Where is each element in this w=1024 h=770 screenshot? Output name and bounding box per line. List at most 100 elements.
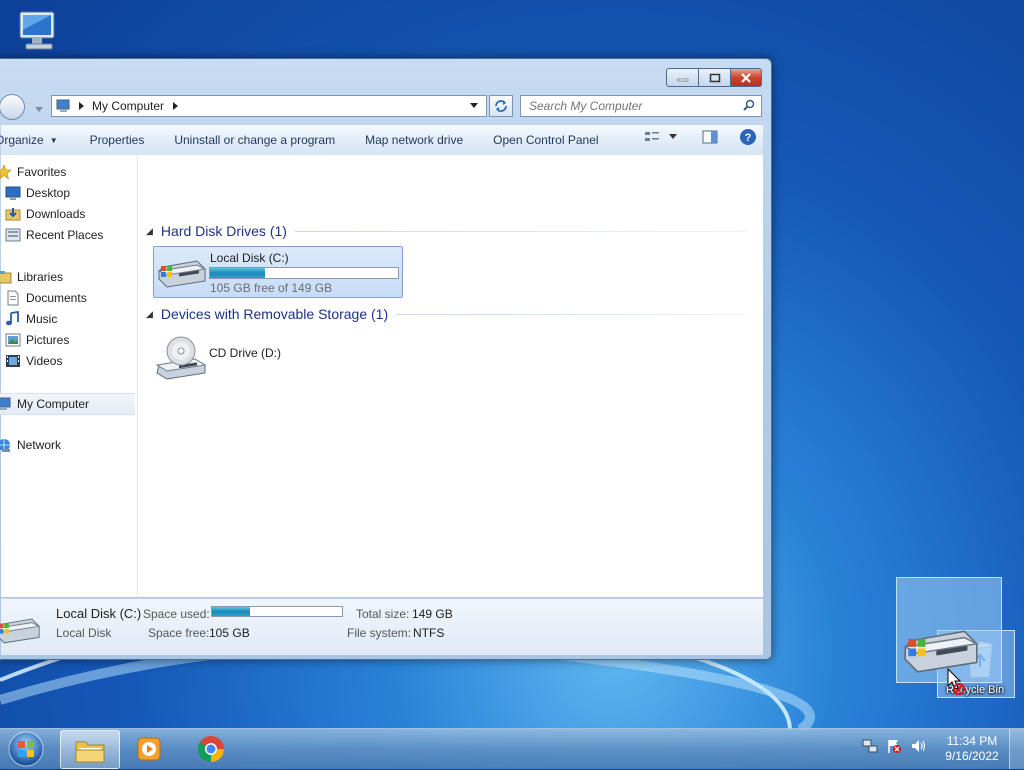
caption-buttons bbox=[666, 68, 762, 87]
refresh-button[interactable] bbox=[489, 95, 513, 117]
file-system-value: NTFS bbox=[413, 626, 445, 640]
help-icon[interactable]: ? bbox=[739, 128, 757, 146]
documents-icon bbox=[7, 290, 19, 306]
taskbar-chrome-button[interactable] bbox=[182, 730, 240, 767]
action-center-flag-icon[interactable] bbox=[886, 738, 902, 754]
clock-time: 11:34 PM bbox=[946, 734, 998, 748]
open-control-panel-button[interactable]: Open Control Panel bbox=[483, 128, 608, 152]
nav-label: Libraries bbox=[17, 270, 64, 284]
content-area: Favorites Desktop Downloads Recent Place… bbox=[0, 155, 763, 597]
refresh-icon bbox=[495, 100, 507, 112]
group-divider bbox=[396, 313, 746, 315]
view-options-dropdown-icon[interactable] bbox=[669, 134, 677, 140]
drive-local-disk-c[interactable]: Local Disk (C:) 105 GB free of 149 GB bbox=[153, 246, 403, 298]
details-usage-fill bbox=[212, 607, 251, 616]
nav-pictures[interactable]: Pictures bbox=[1, 330, 137, 350]
music-icon bbox=[6, 311, 19, 326]
nav-label: Desktop bbox=[26, 186, 71, 200]
taskbar: 11:34 PM 9/16/2022 bbox=[0, 728, 1024, 769]
libraries-icon bbox=[0, 271, 12, 284]
space-free-value: 105 GB bbox=[209, 626, 250, 640]
recent-pages-dropdown[interactable] bbox=[35, 102, 43, 116]
drive-name: CD Drive (D:) bbox=[209, 346, 281, 360]
pictures-icon bbox=[5, 333, 21, 347]
taskbar-explorer-button[interactable] bbox=[60, 730, 120, 769]
minimize-button[interactable] bbox=[666, 68, 699, 87]
nav-videos[interactable]: Videos bbox=[1, 351, 137, 371]
collapse-arrow-icon: ◢ bbox=[146, 225, 153, 236]
nav-favorites[interactable]: Favorites bbox=[0, 162, 128, 182]
group-title: Hard Disk Drives (1) bbox=[160, 223, 287, 239]
space-free-label: Space free: bbox=[148, 626, 210, 640]
breadcrumb-arrow-icon bbox=[79, 102, 84, 110]
nav-downloads[interactable]: Downloads bbox=[1, 204, 137, 224]
chevron-down-icon: ▼ bbox=[49, 135, 58, 145]
close-button[interactable] bbox=[731, 68, 762, 87]
show-desktop-button[interactable] bbox=[1009, 729, 1024, 769]
group-divider bbox=[294, 230, 746, 232]
breadcrumb-arrow-icon[interactable] bbox=[172, 102, 180, 110]
system-tray bbox=[862, 738, 926, 754]
clock[interactable]: 11:34 PM 9/16/2022 bbox=[930, 734, 1014, 764]
chevron-down-icon bbox=[35, 107, 43, 112]
clock-date: 9/16/2022 bbox=[945, 749, 999, 763]
search-icon[interactable] bbox=[743, 99, 755, 111]
change-view-icon[interactable] bbox=[643, 129, 661, 145]
maximize-button[interactable] bbox=[699, 68, 731, 87]
group-header-removable[interactable]: ◢ Devices with Removable Storage (1) bbox=[146, 306, 746, 322]
hard-drive-icon bbox=[157, 260, 207, 288]
taskbar-media-player-button[interactable] bbox=[120, 730, 178, 767]
organize-button[interactable]: Organize ▼ bbox=[0, 128, 68, 152]
nav-my-computer[interactable]: My Computer bbox=[0, 393, 135, 415]
minimize-icon bbox=[677, 78, 688, 81]
nav-label: Favorites bbox=[17, 165, 67, 179]
file-list: ◢ Hard Disk Drives (1) Local Disk (C:) 1… bbox=[138, 155, 753, 597]
nav-label: Pictures bbox=[26, 333, 70, 347]
volume-icon[interactable] bbox=[910, 738, 926, 754]
explorer-window: My Computer Organize ▼ Properties Uninst… bbox=[0, 58, 772, 660]
downloads-folder-icon bbox=[5, 208, 21, 221]
organize-label: Organize bbox=[0, 133, 44, 147]
drive-name: Local Disk (C:) bbox=[210, 251, 289, 265]
nav-network[interactable]: Network bbox=[0, 435, 128, 455]
nav-recent-places[interactable]: Recent Places bbox=[1, 225, 137, 245]
network-status-icon[interactable] bbox=[862, 738, 878, 754]
nav-label: Videos bbox=[26, 354, 63, 368]
folder-icon bbox=[75, 741, 105, 762]
uninstall-program-button[interactable]: Uninstall or change a program bbox=[164, 128, 345, 152]
nav-desktop[interactable]: Desktop bbox=[1, 183, 137, 203]
details-usage-bar bbox=[211, 606, 343, 617]
start-button[interactable] bbox=[4, 731, 48, 767]
preview-pane-icon[interactable] bbox=[701, 129, 719, 145]
nav-music[interactable]: Music bbox=[1, 309, 137, 329]
star-icon bbox=[0, 164, 12, 180]
desktop-computer-icon[interactable] bbox=[14, 10, 62, 54]
address-bar[interactable]: My Computer bbox=[51, 95, 487, 117]
breadcrumb-my-computer[interactable]: My Computer bbox=[92, 99, 164, 113]
close-icon bbox=[741, 72, 751, 83]
details-drive-name: Local Disk (C:) bbox=[56, 606, 142, 621]
maximize-icon bbox=[709, 73, 720, 82]
nav-documents[interactable]: Documents bbox=[1, 288, 137, 308]
nav-label: Documents bbox=[26, 291, 87, 305]
chrome-icon bbox=[197, 735, 225, 762]
cd-drive-icon bbox=[155, 336, 207, 380]
command-bar: Organize ▼ Properties Uninstall or chang… bbox=[0, 124, 763, 156]
hard-drive-icon bbox=[0, 618, 41, 644]
computer-icon bbox=[0, 397, 11, 410]
mouse-cursor-icon bbox=[947, 668, 965, 695]
total-size-label: Total size: bbox=[356, 607, 410, 621]
nav-label: Network bbox=[17, 438, 62, 452]
search-input[interactable] bbox=[527, 96, 731, 116]
group-header-hard-disks[interactable]: ◢ Hard Disk Drives (1) bbox=[146, 223, 746, 239]
search-box[interactable] bbox=[520, 95, 762, 117]
back-button[interactable] bbox=[0, 94, 25, 120]
map-network-drive-button[interactable]: Map network drive bbox=[355, 128, 473, 152]
properties-button[interactable]: Properties bbox=[80, 128, 155, 152]
details-drive-type: Local Disk bbox=[56, 626, 112, 640]
address-dropdown-icon[interactable] bbox=[470, 103, 478, 109]
drive-usage-fill bbox=[210, 268, 266, 278]
nav-libraries[interactable]: Libraries bbox=[0, 267, 128, 287]
details-pane: Local Disk (C:) Local Disk Space used: S… bbox=[0, 598, 763, 655]
drive-cd-d[interactable]: CD Drive (D:) bbox=[153, 331, 353, 381]
